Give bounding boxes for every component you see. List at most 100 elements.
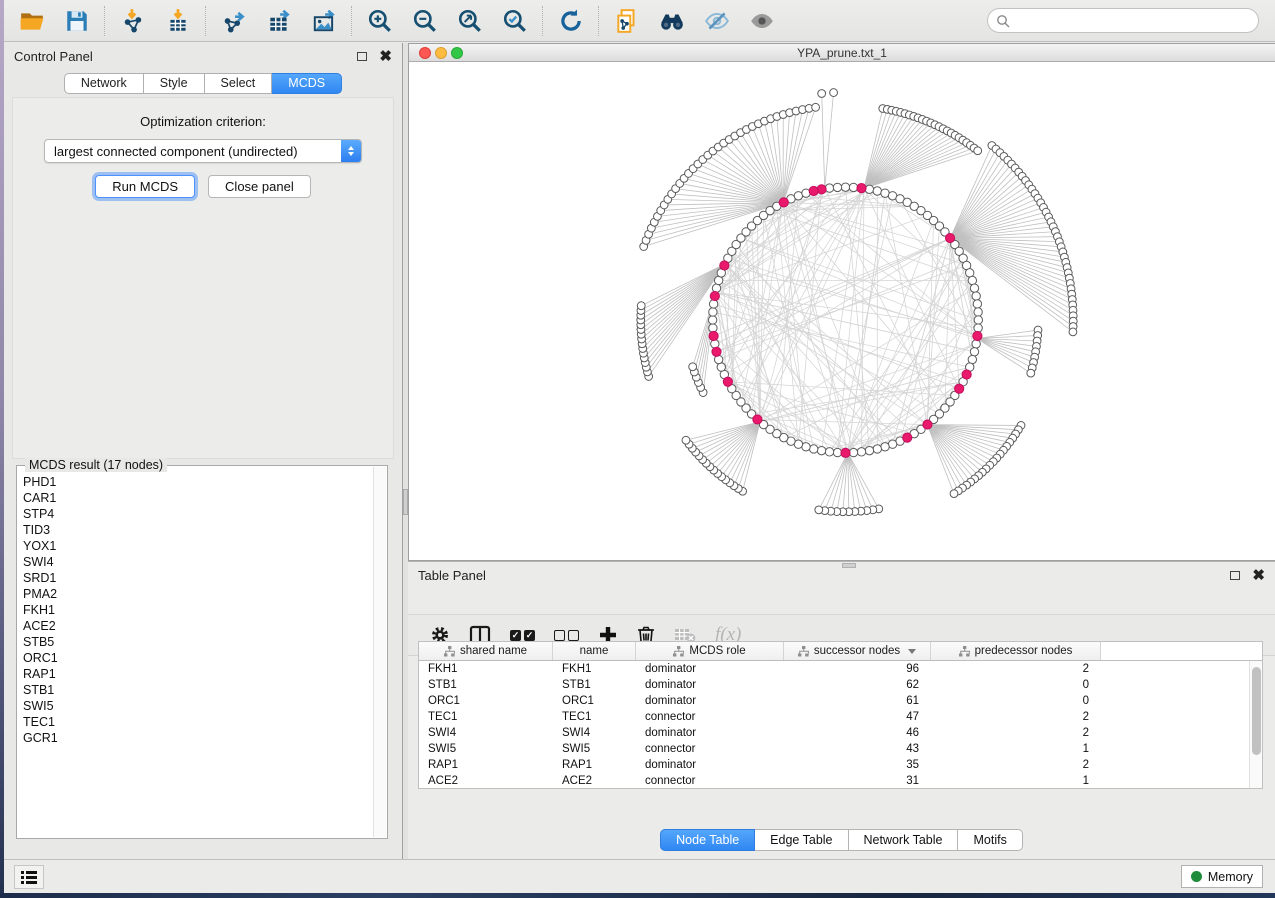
table-cell: 61 [784, 695, 931, 707]
table-scrollbar-thumb[interactable] [1252, 667, 1261, 755]
mcds-result-item[interactable]: SRD1 [23, 570, 372, 586]
table-scrollbar[interactable] [1249, 661, 1262, 788]
tab-mcds[interactable]: MCDS [272, 73, 342, 94]
table-cell: SWI4 [553, 727, 636, 739]
table-row[interactable]: FKH1FKH1dominator962 [419, 661, 1249, 677]
criterion-value: largest connected component (undirected) [45, 144, 341, 159]
mcds-result-item[interactable]: SWI5 [23, 698, 372, 714]
zoom-in-icon[interactable] [366, 7, 393, 34]
mcds-result-item[interactable]: FKH1 [23, 602, 372, 618]
deselect-all-icon[interactable] [554, 630, 579, 641]
select-all-icon[interactable]: ✓✓ [510, 630, 535, 641]
save-session-icon[interactable] [63, 7, 90, 34]
table-cell: 43 [784, 743, 931, 755]
table-cell: ORC1 [553, 695, 636, 707]
mcds-result-item[interactable]: SWI4 [23, 554, 372, 570]
table-row[interactable]: RAP1RAP1dominator352 [419, 757, 1249, 773]
table-cell: 47 [784, 711, 931, 723]
task-list-icon [21, 870, 37, 884]
table-tab-motifs[interactable]: Motifs [958, 829, 1022, 851]
table-cell: dominator [636, 759, 784, 771]
network-graph[interactable] [409, 62, 1275, 560]
tab-network[interactable]: Network [64, 73, 144, 94]
sort-arrow-icon [908, 649, 916, 654]
table-tab-edge-table[interactable]: Edge Table [755, 829, 848, 851]
mcds-result-item[interactable]: RAP1 [23, 666, 372, 682]
network-titlebar[interactable]: YPA_prune.txt_1 [409, 44, 1275, 62]
run-mcds-button[interactable]: Run MCDS [95, 175, 195, 198]
table-cell: 62 [784, 679, 931, 691]
zoom-fit-icon[interactable] [456, 7, 483, 34]
memory-button[interactable]: Memory [1181, 865, 1263, 888]
control-panel-titlebar: Control Panel ✖ [4, 43, 402, 69]
zoom-out-icon[interactable] [411, 7, 438, 34]
mcds-result-item[interactable]: ORC1 [23, 650, 372, 666]
column-header-shared-name[interactable]: shared name [419, 642, 553, 660]
criterion-select[interactable]: largest connected component (undirected) [44, 139, 362, 163]
table-row[interactable]: TEC1TEC1connector472 [419, 709, 1249, 725]
export-table-icon[interactable] [265, 7, 292, 34]
table-tab-network-table[interactable]: Network Table [849, 829, 959, 851]
desktop-wallpaper-bottom [0, 893, 1275, 898]
table-row[interactable]: ORC1ORC1dominator610 [419, 693, 1249, 709]
mcds-result-item[interactable]: STB5 [23, 634, 372, 650]
table-cell: 1 [931, 775, 1101, 787]
mcds-result-item[interactable]: GCR1 [23, 730, 372, 746]
close-panel-icon[interactable]: ✖ [379, 49, 392, 64]
float-table-panel-icon[interactable] [1230, 571, 1240, 580]
network-canvas[interactable] [409, 62, 1275, 560]
open-file-icon[interactable] [18, 7, 45, 34]
table-row[interactable]: SWI5SWI5connector431 [419, 741, 1249, 757]
mcds-list-scrollbar[interactable] [373, 467, 386, 837]
zoom-group [352, 7, 542, 34]
first-neighbors-icon[interactable] [658, 7, 685, 34]
table-cell: STB1 [419, 679, 553, 691]
import-table-icon[interactable] [164, 7, 191, 34]
column-header-name[interactable]: name [553, 642, 636, 660]
duplicate-network-icon[interactable] [613, 7, 640, 34]
zoom-selected-icon[interactable] [501, 7, 528, 34]
float-panel-icon[interactable] [357, 52, 367, 61]
control-panel-title: Control Panel [14, 49, 93, 64]
close-panel-button[interactable]: Close panel [208, 175, 311, 198]
table-cell: 1 [931, 743, 1101, 755]
import-network-icon[interactable] [119, 7, 146, 34]
table-row[interactable]: ACE2ACE2connector311 [419, 773, 1249, 788]
table-cell: SWI5 [553, 743, 636, 755]
tab-select[interactable]: Select [205, 73, 273, 94]
refresh-view-icon[interactable] [557, 7, 584, 34]
table-cell: ORC1 [419, 695, 553, 707]
mcds-result-item[interactable]: STB1 [23, 682, 372, 698]
table-row[interactable]: STB1STB1dominator620 [419, 677, 1249, 693]
column-header-successor-nodes[interactable]: successor nodes [784, 642, 931, 660]
table-cell: TEC1 [553, 711, 636, 723]
mcds-result-item[interactable]: PMA2 [23, 586, 372, 602]
column-header-predecessor-nodes[interactable]: predecessor nodes [931, 642, 1101, 660]
table-row[interactable]: SWI4SWI4dominator462 [419, 725, 1249, 741]
mcds-result-title: MCDS result (17 nodes) [25, 458, 167, 472]
mcds-result-item[interactable]: ACE2 [23, 618, 372, 634]
table-cell: 2 [931, 711, 1101, 723]
hide-selected-icon[interactable] [703, 7, 730, 34]
search-input[interactable] [1015, 11, 1258, 31]
mcds-result-item[interactable]: PHD1 [23, 474, 372, 490]
mcds-result-item[interactable]: YOX1 [23, 538, 372, 554]
export-image-icon[interactable] [310, 7, 337, 34]
table-tab-node-table[interactable]: Node Table [660, 829, 755, 851]
mcds-result-item[interactable]: STP4 [23, 506, 372, 522]
mcds-result-item[interactable]: TEC1 [23, 714, 372, 730]
table-panel-grip[interactable] [842, 563, 856, 568]
tasks-button[interactable] [14, 865, 44, 889]
import-group [105, 7, 205, 34]
column-label: shared name [460, 645, 527, 657]
export-network-icon[interactable] [220, 7, 247, 34]
close-table-panel-icon[interactable]: ✖ [1252, 568, 1265, 583]
file-group [4, 7, 104, 34]
mcds-result-group: MCDS result (17 nodes) PHD1CAR1STP4TID3Y… [16, 465, 388, 839]
show-all-icon[interactable] [748, 7, 775, 34]
mcds-result-item[interactable]: TID3 [23, 522, 372, 538]
column-header-MCDS-role[interactable]: MCDS role [636, 642, 784, 660]
mcds-result-item[interactable]: CAR1 [23, 490, 372, 506]
tab-style[interactable]: Style [144, 73, 205, 94]
table-panel: Table Panel ✖ ✓✓ f(x) shared namenameMCD… [408, 561, 1275, 859]
